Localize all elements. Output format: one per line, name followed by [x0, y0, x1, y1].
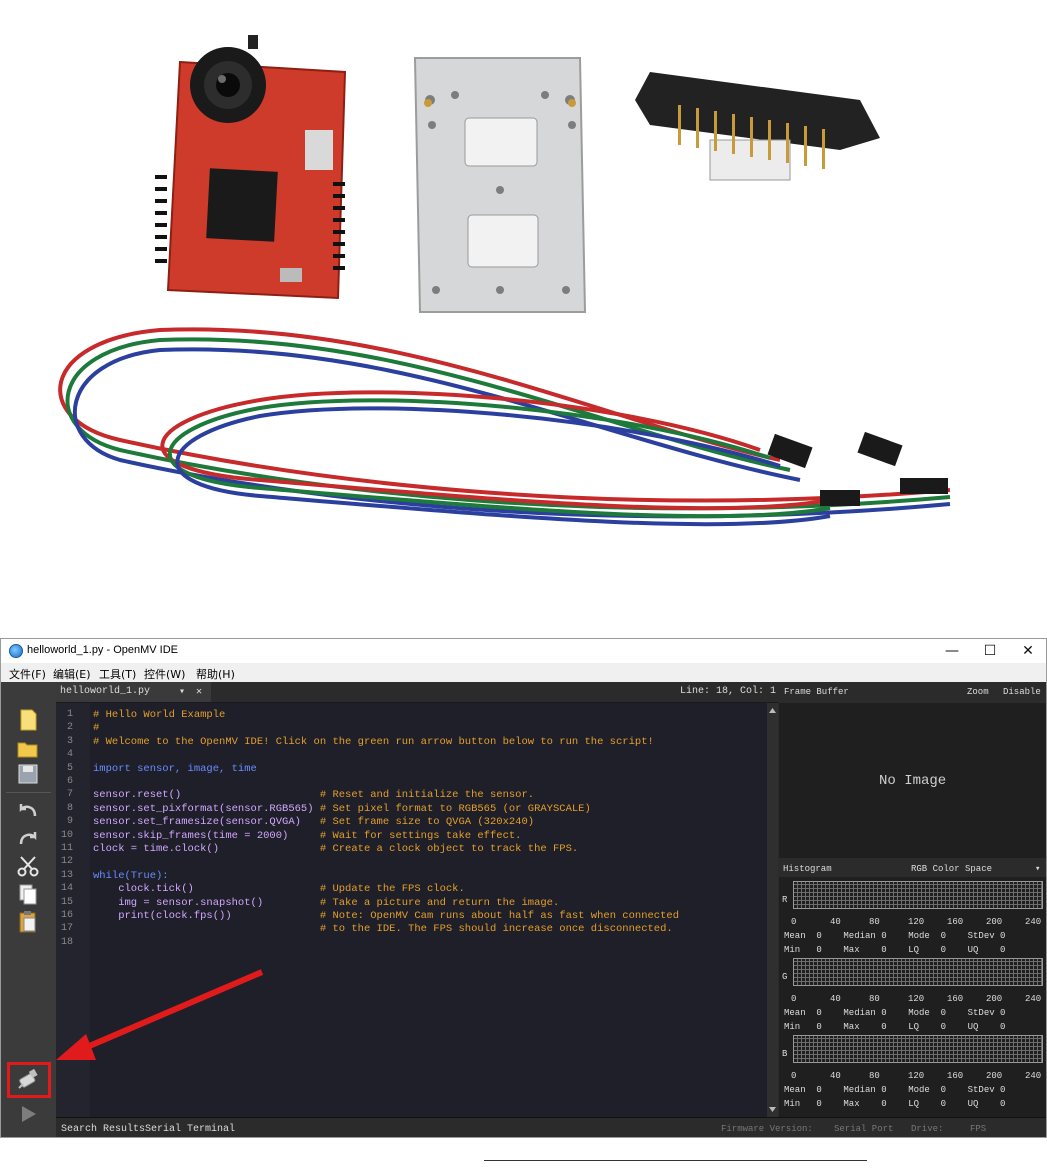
red-arrow-shaft	[78, 969, 264, 1053]
annotation-overlay	[56, 969, 264, 1060]
red-arrow-head	[56, 1034, 96, 1060]
underline-blank	[484, 1160, 867, 1161]
